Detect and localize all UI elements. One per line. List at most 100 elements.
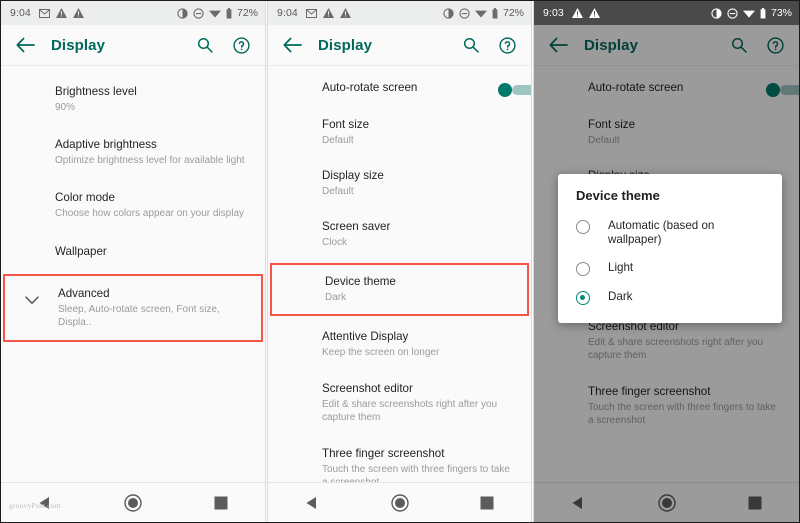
back-arrow-icon[interactable]	[279, 32, 305, 58]
status-bar-right-icons: 72%	[177, 7, 258, 19]
list-item-text: Wallpaper	[55, 245, 251, 259]
toggle-track	[512, 85, 531, 95]
do-not-disturb-icon	[459, 7, 470, 19]
battery-percent: 73%	[770, 7, 792, 19]
list-item-title: Screen saver	[322, 220, 391, 233]
list-item-subtitle: Dark	[325, 292, 347, 303]
dialog-title: Device theme	[576, 188, 660, 203]
back-triangle-icon[interactable]	[534, 495, 622, 511]
wifi-icon	[474, 9, 487, 18]
list-item-title: Advanced	[58, 287, 110, 300]
list-item-subtitle: 90%	[55, 102, 76, 113]
brightness-contrast-icon	[443, 7, 454, 19]
device-theme-dialog: Device theme Automatic (based on wallpap…	[558, 174, 782, 323]
list-item-subtitle: Default	[588, 135, 620, 146]
list-item-title: Adaptive brightness	[55, 138, 157, 151]
list-item-text: Font size Default	[588, 118, 785, 147]
help-circle-icon[interactable]	[231, 35, 251, 55]
back-arrow-icon[interactable]	[12, 32, 38, 58]
list-item[interactable]: Display size Default	[268, 156, 531, 207]
list-item[interactable]: Brightness level 90%	[1, 74, 265, 123]
list-item-text: Screenshot editor Edit & share screensho…	[588, 320, 773, 362]
list-item-text: Advanced Sleep, Auto-rotate screen, Font…	[58, 287, 248, 329]
list-item[interactable]: Wallpaper	[1, 229, 265, 275]
list-item-subtitle: Sleep, Auto-rotate screen, Font size, Di…	[58, 304, 220, 328]
list-item[interactable]: Font size Default	[268, 105, 531, 156]
list-item[interactable]: Screen saver Clock	[268, 207, 531, 258]
page-title: Display	[584, 36, 639, 54]
list-item-device-theme[interactable]: Device theme Dark	[270, 263, 529, 316]
dialog-option-light[interactable]: Light	[558, 253, 782, 282]
status-bar: 9:04 72%	[268, 1, 531, 25]
list-item-auto-rotate[interactable]: Auto-rotate screen	[534, 71, 799, 105]
wifi-icon	[208, 9, 221, 18]
toggle-track	[780, 85, 799, 95]
toolbar-actions	[729, 35, 788, 55]
home-circle-icon[interactable]	[622, 493, 710, 512]
list-item[interactable]: Font size Default	[534, 105, 799, 156]
gmail-icon	[38, 8, 50, 18]
battery-percent: 72%	[236, 7, 258, 19]
list-item-subtitle: Edit & share screenshots right after you…	[322, 399, 498, 423]
list-item[interactable]: Adaptive brightness Optimize brightness …	[1, 123, 265, 176]
list-item-auto-rotate[interactable]: Auto-rotate screen	[268, 71, 531, 105]
list-item-text: Font size Default	[322, 118, 517, 147]
list-item-text: Color mode Choose how colors appear on y…	[55, 191, 251, 220]
dialog-option-label: Automatic (based on wallpaper)	[608, 219, 715, 246]
dialog-option-label: Light	[608, 261, 634, 274]
toolbar-actions	[461, 35, 520, 55]
list-item-subtitle: Clock	[322, 237, 348, 248]
list-item-subtitle: Choose how colors appear on your display	[55, 208, 244, 219]
list-item[interactable]: Screenshot editor Edit & share screensho…	[268, 368, 531, 433]
list-item-title: Attentive Display	[322, 330, 409, 343]
screenshot-stage: 9:04 72% Display Brightness level 90% Ad…	[0, 0, 800, 523]
list-item[interactable]: Color mode Choose how colors appear on y…	[1, 176, 265, 229]
dialog-option-dark[interactable]: Dark	[558, 282, 782, 311]
status-bar-time: 9:03	[543, 7, 564, 19]
back-triangle-icon[interactable]	[268, 495, 356, 511]
page-title: Display	[318, 36, 373, 54]
recents-square-icon[interactable]	[443, 496, 531, 510]
list-item-text: Auto-rotate screen	[588, 81, 780, 95]
warning-triangle-icon	[322, 8, 334, 18]
list-item-title: Font size	[588, 118, 636, 131]
list-item-text: Auto-rotate screen	[322, 81, 512, 95]
dialog-option-label: Dark	[608, 290, 633, 303]
list-item[interactable]: Attentive Display Keep the screen on lon…	[268, 315, 531, 368]
battery-icon	[760, 7, 766, 19]
home-circle-icon[interactable]	[356, 493, 444, 512]
list-item-text: Brightness level 90%	[55, 85, 251, 114]
radio-button[interactable]	[576, 262, 590, 276]
recents-square-icon[interactable]	[177, 496, 265, 510]
phone-screen-3: 9:03 73% Display Auto-rotate screen Font…	[533, 1, 799, 522]
dialog-option-automatic[interactable]: Automatic (based on wallpaper)	[558, 213, 782, 253]
radio-button-selected[interactable]	[576, 291, 590, 305]
status-bar-right-icons: 73%	[711, 7, 792, 19]
search-icon[interactable]	[729, 35, 749, 55]
back-arrow-icon[interactable]	[545, 32, 571, 58]
navigation-bar	[268, 482, 531, 522]
brightness-contrast-icon	[711, 7, 722, 19]
list-item-advanced[interactable]: Advanced Sleep, Auto-rotate screen, Font…	[3, 274, 263, 342]
phone-screen-2: 9:04 72% Display Auto-rotate screen Font…	[267, 1, 532, 522]
list-item-text: Device theme Dark	[325, 275, 514, 304]
toggle-knob	[498, 83, 512, 97]
help-circle-icon[interactable]	[765, 35, 785, 55]
home-circle-icon[interactable]	[89, 493, 177, 512]
recents-square-icon[interactable]	[711, 496, 799, 510]
battery-icon	[226, 7, 232, 19]
settings-list: Brightness level 90% Adaptive brightness…	[1, 66, 265, 342]
warning-triangle-icon	[571, 8, 583, 18]
list-item-text: Screenshot editor Edit & share screensho…	[322, 382, 505, 424]
status-bar-left-icons	[571, 8, 600, 18]
navigation-bar	[534, 482, 799, 522]
list-item-title: Wallpaper	[55, 245, 107, 258]
chevron-down-icon	[23, 291, 41, 309]
search-icon[interactable]	[195, 35, 215, 55]
page-title: Display	[51, 36, 106, 54]
help-circle-icon[interactable]	[497, 35, 517, 55]
warning-triangle-icon	[72, 8, 84, 18]
list-item[interactable]: Three finger screenshot Touch the screen…	[534, 371, 799, 436]
radio-button[interactable]	[576, 220, 590, 234]
search-icon[interactable]	[461, 35, 481, 55]
